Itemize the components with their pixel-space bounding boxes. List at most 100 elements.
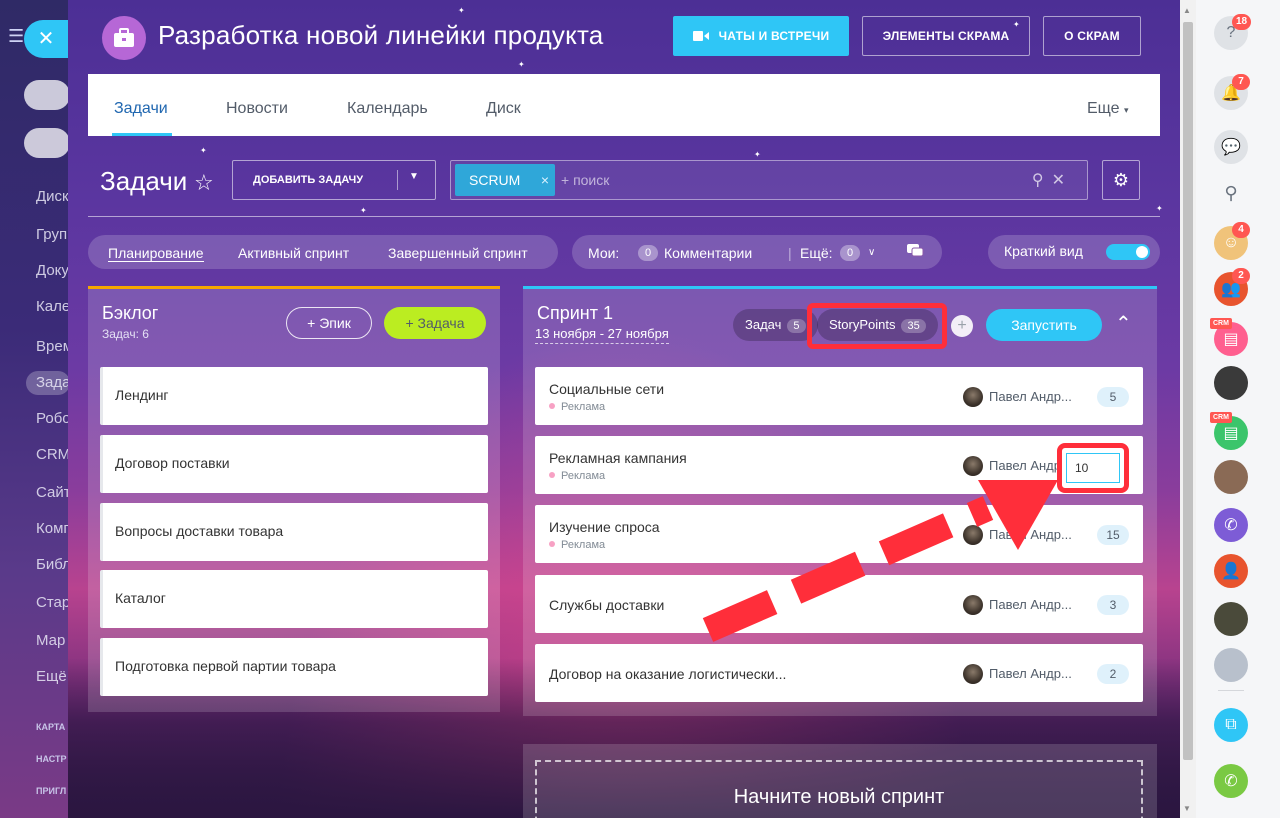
sidebar-item[interactable]: Врем (36, 338, 70, 355)
close-icon[interactable]: × (541, 172, 549, 188)
help-badge: 18 (1232, 14, 1252, 30)
sidebar-item[interactable]: Зада (36, 374, 70, 391)
backlog-item[interactable]: Договор поставки (100, 435, 488, 493)
backlog-item[interactable]: Подготовка первой партии товара (100, 638, 488, 696)
new-sprint-dropzone[interactable]: Начните новый спринт (535, 760, 1143, 818)
sidebar-item[interactable]: Библ (36, 556, 70, 573)
story-points-badge[interactable]: 2 (1097, 664, 1129, 684)
backlog-item[interactable]: Лендинг (100, 367, 488, 425)
search-icon[interactable]: ⚲ (1032, 172, 1052, 189)
tab-disk[interactable]: Диск (486, 100, 521, 118)
filter-chip[interactable]: SCRUM × (455, 164, 555, 196)
short-view-label: Краткий вид (1004, 243, 1083, 259)
chats-meetings-button[interactable]: ЧАТЫ И ВСТРЕЧИ (673, 16, 849, 56)
chevron-down-icon[interactable]: ∨ (868, 247, 875, 258)
about-scrum-label: О СКРАМ (1064, 29, 1120, 43)
avatar[interactable] (1214, 460, 1248, 494)
sprint-task[interactable]: Социальные сети Реклама Павел Андр... 5 (535, 367, 1143, 425)
backlog-item[interactable]: Каталог (100, 570, 488, 628)
phone-icon[interactable]: ✆ (1214, 508, 1248, 542)
close-icon: ✕ (37, 28, 55, 50)
sidebar-small-item[interactable]: ПРИГЛ (36, 786, 70, 796)
add-task-button[interactable]: ДОБАВИТЬ ЗАДАЧУ ▼ (232, 160, 436, 200)
task-assignee[interactable]: Павел Андр... (989, 666, 1072, 681)
sidebar-item[interactable]: Кале (36, 298, 70, 315)
sidebar-small-item[interactable]: КАРТА (36, 722, 70, 732)
avatar[interactable] (1214, 648, 1248, 682)
more-count[interactable]: 0 (840, 245, 860, 261)
comments-label[interactable]: Комментарии (664, 245, 752, 261)
sidebar-item[interactable]: Диск (36, 188, 70, 205)
mine-count[interactable]: 0 (638, 245, 658, 261)
toggle-switch[interactable] (1106, 244, 1150, 260)
tab-news[interactable]: Новости (226, 100, 288, 118)
task-assignee[interactable]: Павел Андр... (989, 389, 1072, 404)
story-points-badge[interactable]: 3 (1097, 595, 1129, 615)
avatar[interactable] (963, 387, 983, 407)
clear-icon[interactable]: ✕ (1052, 172, 1073, 189)
close-slider-button[interactable]: ✕ (24, 20, 68, 58)
chats-meetings-label: ЧАТЫ И ВСТРЕЧИ (718, 29, 830, 43)
sidebar-item[interactable]: Комп (36, 520, 70, 537)
sidebar-item[interactable]: Груп (36, 226, 70, 243)
task-tag: Реклама (549, 470, 605, 482)
sprint-dates[interactable]: 13 ноября - 27 ноября (535, 326, 669, 344)
scroll-down-icon[interactable]: ▼ (1183, 804, 1191, 813)
avatar[interactable] (1214, 366, 1248, 400)
avatar[interactable] (963, 664, 983, 684)
backlog-task-count: Задач: 6 (102, 327, 149, 341)
about-scrum-button[interactable]: О СКРАМ (1043, 16, 1141, 56)
plus-icon[interactable]: + (951, 315, 973, 337)
project-title: Разработка новой линейки продукта (158, 20, 604, 50)
sidebar-item[interactable]: Стар (36, 594, 70, 611)
view-planning[interactable]: Планирование (108, 245, 204, 262)
avatar[interactable] (1214, 602, 1248, 636)
chevron-down-icon[interactable]: ▼ (409, 171, 419, 182)
sidebar-item[interactable]: Сайт (36, 484, 70, 501)
decor-star: ✦ (200, 146, 207, 155)
tab-calendar[interactable]: Календарь (347, 100, 428, 118)
sprint-task[interactable]: Договор на оказание логистически... Паве… (535, 644, 1143, 702)
screen-share-icon[interactable]: ⧉ (1214, 708, 1248, 742)
chat-icon[interactable] (906, 243, 924, 262)
sidebar-pill-link[interactable] (24, 128, 70, 158)
sidebar-pill-top[interactable] (24, 80, 70, 110)
settings-button[interactable]: ⚙ (1102, 160, 1140, 200)
story-points-badge[interactable]: 15 (1097, 525, 1129, 545)
add-task-label: ДОБАВИТЬ ЗАДАЧУ (253, 174, 364, 186)
add-task-button-backlog[interactable]: + Задача (384, 307, 486, 339)
add-epic-button[interactable]: + Эпик (286, 307, 372, 339)
sidebar-item[interactable]: Ещё (36, 668, 70, 685)
scrum-elements-button[interactable]: ЭЛЕМЕНТЫ СКРАМА (862, 16, 1030, 56)
backlog-item[interactable]: Вопросы доставки товара (100, 503, 488, 561)
sidebar-item[interactable]: CRM (36, 446, 70, 463)
sidebar-small-item[interactable]: НАСТР (36, 754, 70, 764)
crm-tag: CRM (1210, 318, 1232, 329)
chevron-up-icon[interactable]: ⌃ (1115, 311, 1132, 336)
search-input[interactable]: + поиск (561, 172, 609, 188)
search-filter[interactable]: SCRUM × + поиск ⚲✕ (450, 160, 1088, 200)
notify-badge: 7 (1232, 74, 1250, 90)
tab-more-label: Еще (1087, 100, 1120, 117)
short-view-toggle[interactable]: Краткий вид (988, 235, 1160, 269)
search-icon[interactable]: ⚲ (1214, 176, 1248, 210)
view-completed-sprint[interactable]: Завершенный спринт (388, 245, 528, 261)
start-sprint-button[interactable]: Запустить (986, 309, 1102, 341)
sidebar-item[interactable]: Робо (36, 410, 70, 427)
call-icon[interactable]: ✆ (1214, 764, 1248, 798)
task-name: Договор на оказание логистически... (549, 666, 787, 682)
view-active-sprint[interactable]: Активный спринт (238, 245, 349, 261)
backlog-column: Бэклог Задач: 6 + Эпик + Задача Лендинг … (88, 286, 500, 712)
tab-more[interactable]: Еще ▾ (1087, 100, 1129, 118)
menu-icon[interactable]: ☰ (8, 26, 24, 47)
scrollbar-thumb[interactable] (1183, 22, 1193, 760)
video-icon (692, 31, 709, 41)
user-icon[interactable]: 👤 (1214, 554, 1248, 588)
sidebar-item[interactable]: Доку (36, 262, 70, 279)
sidebar-item[interactable]: Мар (36, 632, 70, 649)
star-icon[interactable]: ☆ (194, 170, 214, 196)
chat-icon[interactable]: 💬 (1214, 130, 1248, 164)
scroll-up-icon[interactable]: ▲ (1183, 6, 1191, 15)
tab-tasks[interactable]: Задачи (114, 100, 168, 118)
story-points-badge[interactable]: 5 (1097, 387, 1129, 407)
